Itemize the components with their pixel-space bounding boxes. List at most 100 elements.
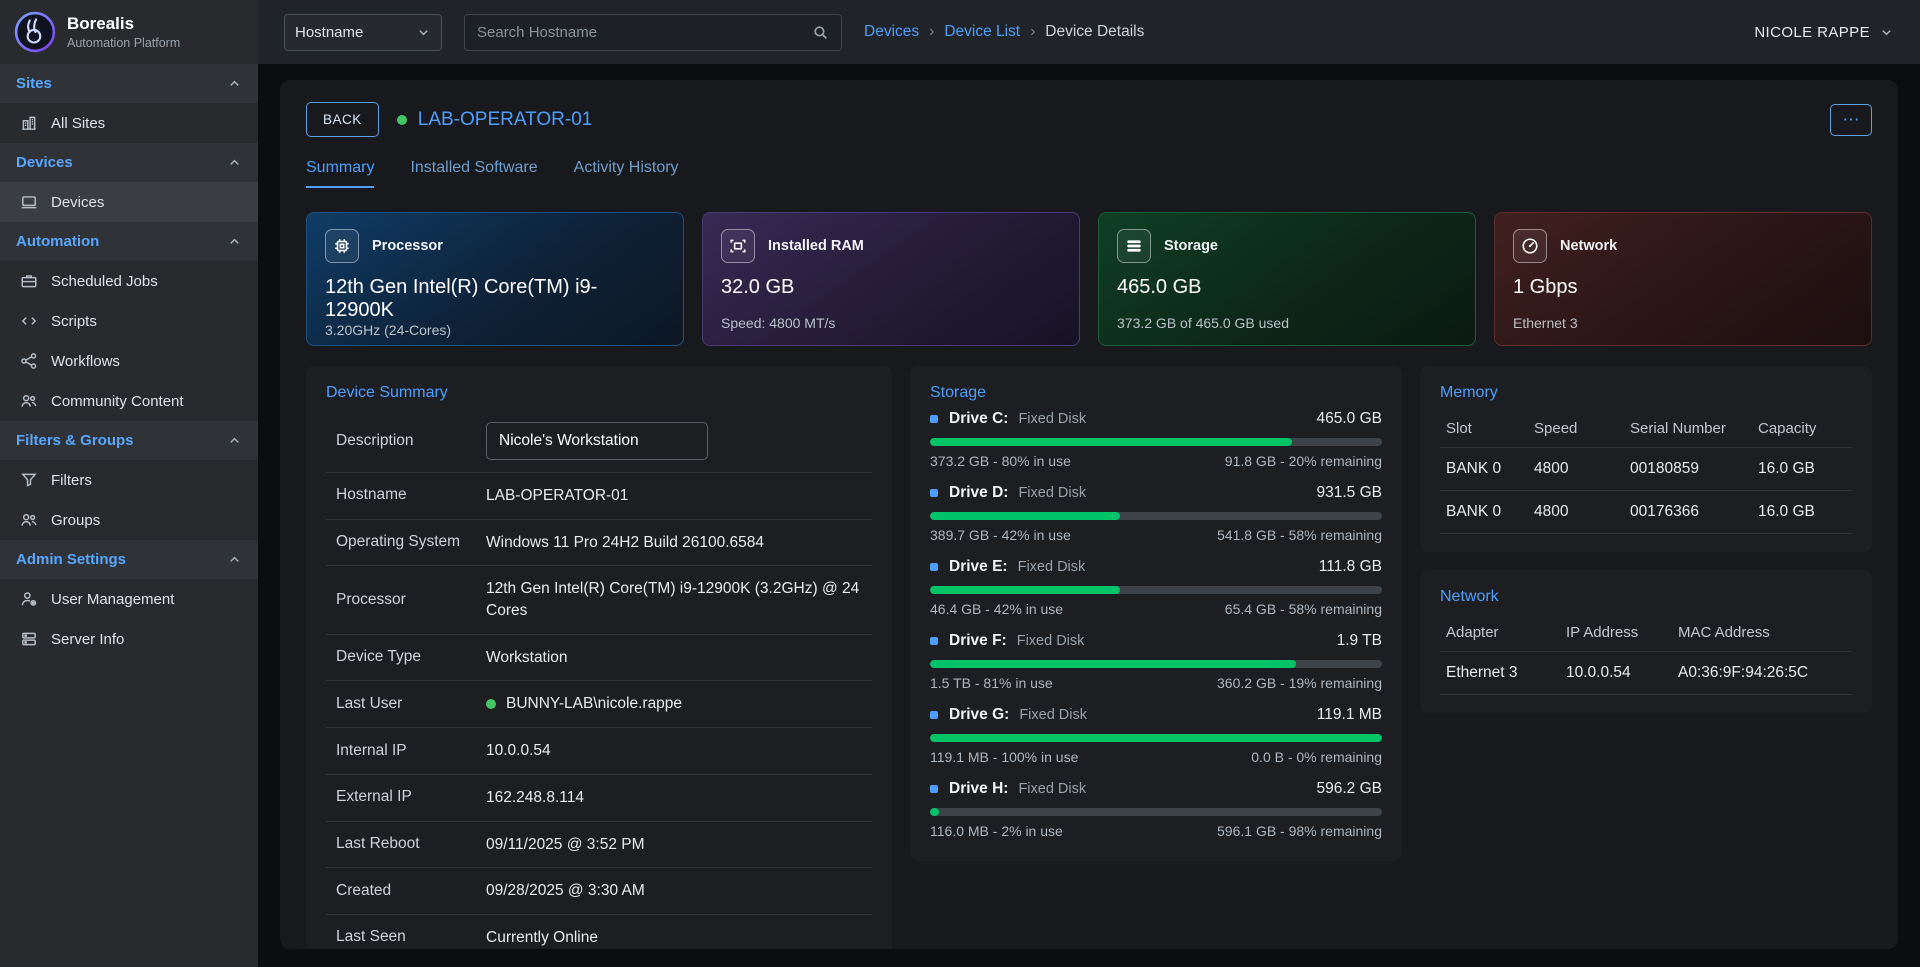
- network-card: Network 1 Gbps Ethernet 3: [1494, 212, 1872, 346]
- device-name: LAB-OPERATOR-01: [418, 109, 593, 131]
- summary-row-last-user: Last User BUNNY-LAB\nicole.rappe: [326, 681, 872, 728]
- sidebar-item-label: All Sites: [51, 115, 105, 132]
- breadcrumb-devices[interactable]: Devices: [864, 23, 919, 41]
- search-icon[interactable]: [812, 24, 829, 41]
- sidebar: Borealis Automation Platform Sites All S…: [0, 0, 258, 967]
- user-gear-icon: [20, 590, 38, 608]
- drive-row-g: Drive G: Fixed Disk 119.1 MB 119.1 MB - …: [930, 706, 1382, 765]
- user-name: NICOLE RAPPE: [1754, 24, 1870, 41]
- breadcrumb-separator: ›: [1030, 23, 1035, 41]
- sidebar-item-label: User Management: [51, 591, 174, 608]
- card-value: 12th Gen Intel(R) Core(TM) i9-12900K: [325, 276, 665, 322]
- panel-title: Network: [1440, 588, 1852, 606]
- storage-icon: [1117, 229, 1151, 263]
- network-panel: Network Adapter IP Address MAC Address E…: [1420, 570, 1872, 713]
- storage-card: Storage 465.0 GB 373.2 GB of 465.0 GB us…: [1098, 212, 1476, 346]
- tab-installed-software[interactable]: Installed Software: [410, 159, 537, 188]
- user-menu[interactable]: NICOLE RAPPE: [1754, 24, 1894, 41]
- card-label: Installed RAM: [768, 238, 864, 254]
- cpu-icon: [325, 229, 359, 263]
- card-footer: 3.20GHz (24-Cores): [325, 322, 665, 338]
- sidebar-item-label: Scripts: [51, 313, 97, 330]
- network-table-row: Ethernet 3 10.0.0.54 A0:36:9F:94:26:5C: [1440, 651, 1852, 695]
- drive-bullet-icon: [930, 563, 938, 571]
- ram-icon: [721, 229, 755, 263]
- sidebar-item-server-info[interactable]: Server Info: [0, 619, 258, 659]
- people-icon: [20, 392, 38, 410]
- sidebar-item-workflows[interactable]: Workflows: [0, 341, 258, 381]
- drive-progressbar: [930, 734, 1382, 742]
- description-input[interactable]: [486, 422, 708, 460]
- sidebar-item-label: Devices: [51, 194, 104, 211]
- drive-progressbar: [930, 438, 1382, 446]
- summary-row: Last Reboot 09/11/2025 @ 3:52 PM: [326, 822, 872, 869]
- search-input[interactable]: [477, 24, 804, 41]
- breadcrumb: Devices › Device List › Device Details: [864, 23, 1144, 41]
- drive-progressbar: [930, 808, 1382, 816]
- groups-icon: [20, 511, 38, 529]
- panel-title: Memory: [1440, 384, 1852, 402]
- memory-table-header: Slot Speed Serial Number Capacity: [1440, 410, 1852, 447]
- device-summary-panel: Device Summary Description Hostname LAB-…: [306, 366, 892, 949]
- drive-progressbar: [930, 512, 1382, 520]
- online-status-dot: [486, 699, 496, 709]
- borealis-logo-icon: [14, 11, 56, 53]
- sidebar-item-community-content[interactable]: Community Content: [0, 381, 258, 421]
- sidebar-item-label: Workflows: [51, 353, 120, 370]
- panel-title: Device Summary: [326, 384, 872, 402]
- breadcrumb-device-list[interactable]: Device List: [944, 23, 1020, 41]
- section-label: Devices: [16, 154, 73, 171]
- storage-panel: Storage Drive C: Fixed Disk 465.0 GB: [910, 366, 1402, 861]
- sidebar-item-all-sites[interactable]: All Sites: [0, 103, 258, 143]
- code-icon: [20, 312, 38, 330]
- right-column: Memory Slot Speed Serial Number Capacity…: [1420, 366, 1872, 713]
- network-table-header: Adapter IP Address MAC Address: [1440, 614, 1852, 651]
- drive-progressbar: [930, 586, 1382, 594]
- sidebar-item-filters[interactable]: Filters: [0, 460, 258, 500]
- chevron-up-icon: [227, 155, 242, 170]
- page-header: BACK LAB-OPERATOR-01 ⋯: [306, 102, 1872, 137]
- filter-icon: [20, 471, 38, 489]
- drive-progressbar: [930, 660, 1382, 668]
- drive-bullet-icon: [930, 415, 938, 423]
- summary-row: Operating System Windows 11 Pro 24H2 Bui…: [326, 520, 872, 567]
- sidebar-item-groups[interactable]: Groups: [0, 500, 258, 540]
- sidebar-section-admin-settings[interactable]: Admin Settings: [0, 540, 258, 579]
- card-footer: 373.2 GB of 465.0 GB used: [1117, 315, 1457, 331]
- hostname-filter-label: Hostname: [295, 24, 363, 41]
- more-options-button[interactable]: ⋯: [1830, 104, 1872, 136]
- summary-row: Created 09/28/2025 @ 3:30 AM: [326, 868, 872, 915]
- devices-icon: [20, 193, 38, 211]
- processor-card: Processor 12th Gen Intel(R) Core(TM) i9-…: [306, 212, 684, 346]
- memory-table-row: BANK 0 4800 00176366 16.0 GB: [1440, 490, 1852, 534]
- tab-activity-history[interactable]: Activity History: [574, 159, 679, 188]
- sidebar-item-devices[interactable]: Devices: [0, 182, 258, 222]
- app-root: Borealis Automation Platform Sites All S…: [0, 0, 1920, 967]
- drive-row-h: Drive H: Fixed Disk 596.2 GB 116.0 MB - …: [930, 780, 1382, 839]
- brand: Borealis Automation Platform: [0, 0, 258, 64]
- server-icon: [20, 630, 38, 648]
- sidebar-item-label: Scheduled Jobs: [51, 273, 158, 290]
- memory-panel: Memory Slot Speed Serial Number Capacity…: [1420, 366, 1872, 552]
- hostname-filter-dropdown[interactable]: Hostname: [284, 14, 442, 51]
- brand-text: Borealis Automation Platform: [67, 14, 180, 50]
- sidebar-section-automation[interactable]: Automation: [0, 222, 258, 261]
- chevron-down-icon: [416, 25, 431, 40]
- detail-columns: Device Summary Description Hostname LAB-…: [306, 366, 1872, 949]
- sidebar-section-sites[interactable]: Sites: [0, 64, 258, 103]
- card-footer: Speed: 4800 MT/s: [721, 315, 1061, 331]
- sidebar-item-user-management[interactable]: User Management: [0, 579, 258, 619]
- sidebar-item-scripts[interactable]: Scripts: [0, 301, 258, 341]
- sidebar-item-label: Groups: [51, 512, 100, 529]
- back-button[interactable]: BACK: [306, 102, 379, 137]
- online-status-dot: [397, 115, 407, 125]
- chevron-down-icon: [1879, 25, 1894, 40]
- sidebar-section-filters-groups[interactable]: Filters & Groups: [0, 421, 258, 460]
- drive-row-f: Drive F: Fixed Disk 1.9 TB 1.5 TB - 81% …: [930, 632, 1382, 691]
- sidebar-section-devices[interactable]: Devices: [0, 143, 258, 182]
- drive-row-d: Drive D: Fixed Disk 931.5 GB 389.7 GB - …: [930, 484, 1382, 543]
- drive-row-e: Drive E: Fixed Disk 111.8 GB 46.4 GB - 4…: [930, 558, 1382, 617]
- tab-summary[interactable]: Summary: [306, 159, 374, 188]
- sidebar-item-scheduled-jobs[interactable]: Scheduled Jobs: [0, 261, 258, 301]
- drive-bullet-icon: [930, 489, 938, 497]
